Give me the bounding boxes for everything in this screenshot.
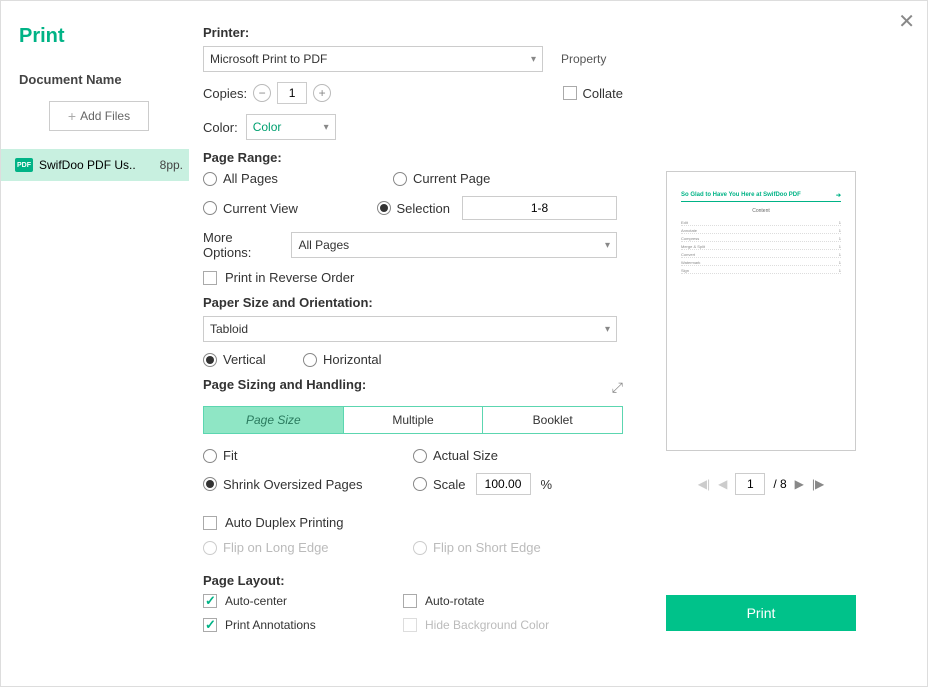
reverse-order-label: Print in Reverse Order — [225, 270, 354, 285]
pdf-icon: PDF — [15, 158, 33, 172]
copies-decrement[interactable]: − — [253, 84, 271, 102]
dialog-title: Print — [1, 25, 189, 72]
color-value: Color — [253, 120, 282, 134]
pager-page-input[interactable] — [735, 473, 765, 495]
printer-label: Printer: — [203, 25, 617, 40]
all-pages-label: All Pages — [223, 171, 278, 186]
sizing-tabs: Page Size Multiple Booklet — [203, 406, 623, 434]
collate-label: Collate — [583, 86, 623, 101]
page-layout-label: Page Layout: — [203, 573, 617, 588]
paper-size-select[interactable]: Tabloid — [203, 316, 617, 342]
file-pages: 8pp. — [160, 158, 183, 172]
pager-first-icon[interactable]: ◀| — [698, 477, 710, 491]
property-link[interactable]: Property — [561, 52, 606, 66]
scale-unit: % — [541, 477, 553, 492]
printer-value: Microsoft Print to PDF — [210, 52, 327, 66]
shrink-label: Shrink Oversized Pages — [223, 477, 362, 492]
radio-actual-size[interactable] — [413, 449, 427, 463]
auto-duplex-label: Auto Duplex Printing — [225, 515, 344, 530]
preview-subtitle: Content — [681, 208, 841, 214]
auto-rotate-label: Auto-rotate — [425, 594, 484, 608]
print-annotations-checkbox[interactable] — [203, 618, 217, 632]
plus-icon: + — [68, 108, 76, 124]
hide-bg-checkbox — [403, 618, 417, 632]
copies-input[interactable] — [277, 82, 307, 104]
print-button[interactable]: Print — [666, 595, 856, 631]
main-panel: Printer: Microsoft Print to PDF Property… — [189, 1, 627, 686]
print-annotations-label: Print Annotations — [225, 618, 316, 632]
current-page-label: Current Page — [413, 171, 490, 186]
left-panel: Print Document Name + Add Files PDF Swif… — [1, 1, 189, 686]
radio-vertical[interactable] — [203, 353, 217, 367]
auto-center-checkbox[interactable] — [203, 594, 217, 608]
radio-shrink[interactable] — [203, 477, 217, 491]
radio-flip-short — [413, 541, 427, 555]
color-select[interactable]: Color — [246, 114, 336, 140]
actual-size-label: Actual Size — [433, 448, 498, 463]
more-options-label: More Options: — [203, 230, 283, 260]
radio-fit[interactable] — [203, 449, 217, 463]
radio-all-pages[interactable] — [203, 172, 217, 186]
more-options-select[interactable]: All Pages — [291, 232, 617, 258]
auto-center-label: Auto-center — [225, 594, 287, 608]
file-list-item[interactable]: PDF SwifDoo PDF Us.. 8pp. — [1, 149, 189, 181]
paper-size-value: Tabloid — [210, 322, 248, 336]
copies-increment[interactable]: + — [313, 84, 331, 102]
collate-checkbox[interactable] — [563, 86, 577, 100]
document-name-header: Document Name — [1, 72, 189, 101]
radio-current-page[interactable] — [393, 172, 407, 186]
add-files-label: Add Files — [80, 109, 130, 123]
radio-flip-long — [203, 541, 217, 555]
preview-title: So Glad to Have You Here at SwifDoo PDF — [681, 192, 801, 199]
page-range-label: Page Range: — [203, 150, 617, 165]
current-view-label: Current View — [223, 201, 298, 216]
reverse-order-checkbox[interactable] — [203, 271, 217, 285]
tab-booklet[interactable]: Booklet — [483, 407, 622, 433]
color-label: Color: — [203, 120, 238, 135]
radio-selection[interactable] — [377, 201, 391, 215]
tab-page-size[interactable]: Page Size — [204, 407, 344, 433]
tab-multiple[interactable]: Multiple — [344, 407, 484, 433]
preview-pager: ◀| ◀ / 8 ▶ |▶ — [698, 473, 825, 495]
print-preview: So Glad to Have You Here at SwifDoo PDF ➔… — [666, 171, 856, 451]
hide-bg-label: Hide Background Color — [425, 618, 549, 632]
auto-rotate-checkbox[interactable] — [403, 594, 417, 608]
horizontal-label: Horizontal — [323, 352, 382, 367]
scale-label: Scale — [433, 477, 466, 492]
radio-scale[interactable] — [413, 477, 427, 491]
selection-input[interactable] — [462, 196, 617, 220]
vertical-label: Vertical — [223, 352, 266, 367]
sizing-label: Page Sizing and Handling: — [203, 377, 366, 392]
file-name: SwifDoo PDF Us.. — [39, 158, 154, 172]
copies-label: Copies: — [203, 86, 247, 101]
flip-short-label: Flip on Short Edge — [433, 540, 541, 555]
auto-duplex-checkbox[interactable] — [203, 516, 217, 530]
more-options-value: All Pages — [298, 238, 349, 252]
radio-current-view[interactable] — [203, 201, 217, 215]
flip-long-label: Flip on Long Edge — [223, 540, 329, 555]
selection-label: Selection — [397, 201, 450, 216]
pager-prev-icon[interactable]: ◀ — [718, 477, 727, 491]
add-files-button[interactable]: + Add Files — [49, 101, 149, 131]
preview-arrow-icon: ➔ — [836, 192, 841, 199]
fit-label: Fit — [223, 448, 237, 463]
pager-last-icon[interactable]: |▶ — [812, 477, 824, 491]
close-icon[interactable]: ✕ — [898, 9, 915, 34]
printer-select[interactable]: Microsoft Print to PDF — [203, 46, 543, 72]
radio-horizontal[interactable] — [303, 353, 317, 367]
pager-next-icon[interactable]: ▶ — [795, 477, 804, 491]
right-panel: So Glad to Have You Here at SwifDoo PDF ➔… — [627, 1, 927, 686]
expand-icon[interactable]: ⤢ — [612, 379, 623, 396]
paper-size-label: Paper Size and Orientation: — [203, 295, 617, 310]
pager-total: / 8 — [773, 477, 786, 491]
scale-input[interactable] — [476, 473, 531, 495]
